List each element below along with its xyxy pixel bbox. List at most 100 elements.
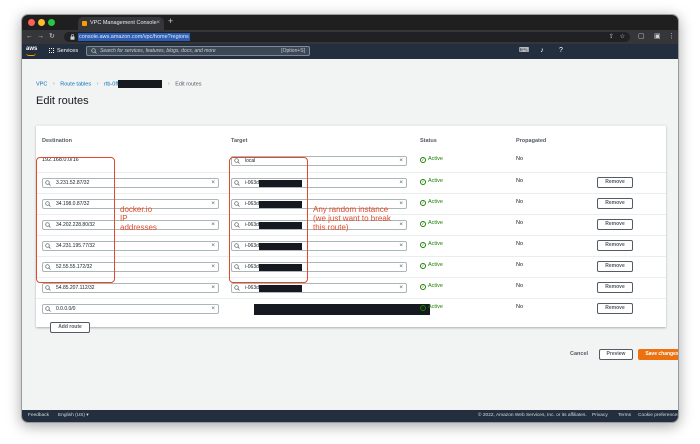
search-icon: [45, 305, 51, 312]
new-tab-icon[interactable]: +: [168, 16, 173, 26]
status-badge: ✓ Active: [420, 304, 443, 311]
close-tab-icon[interactable]: ×: [156, 17, 160, 30]
status-text: Active: [428, 199, 443, 205]
status-badge: ✓ Active: [420, 241, 443, 248]
remove-button[interactable]: Remove: [597, 282, 633, 293]
destination-value: 54.85.207.112/32: [56, 285, 95, 291]
cancel-button[interactable]: Cancel: [570, 351, 588, 357]
check-circle-icon: ✓: [420, 157, 426, 163]
search-icon: [45, 284, 51, 291]
redacted-target-input[interactable]: [254, 304, 430, 315]
breadcrumb-current: Edit routes: [175, 81, 202, 88]
clear-icon[interactable]: ×: [399, 263, 403, 271]
forward-icon[interactable]: →: [37, 32, 44, 42]
notifications-bell-icon[interactable]: ♪: [538, 47, 546, 55]
browser-tab[interactable]: VPC Management Console ×: [78, 17, 164, 30]
annotation-targets-note: Any random instance (we just want to bre…: [313, 205, 391, 232]
check-circle-icon: ✓: [420, 221, 426, 227]
breadcrumb-route-table-id[interactable]: rtb-0ff: [104, 81, 118, 87]
propagated-value: No: [516, 241, 524, 247]
maximize-window-icon[interactable]: [48, 19, 55, 26]
clear-icon[interactable]: ×: [399, 200, 403, 208]
add-route-button[interactable]: Add route: [50, 322, 90, 333]
preview-button[interactable]: Preview: [599, 349, 633, 360]
check-circle-icon: ✓: [420, 284, 426, 290]
propagated-value: No: [516, 304, 524, 310]
terms-link[interactable]: Terms: [618, 410, 631, 422]
url-text[interactable]: console.aws.amazon.com/vpc/home?regions: [78, 33, 190, 41]
clear-icon[interactable]: ×: [399, 221, 403, 229]
status-badge: ✓ Active: [420, 283, 443, 290]
propagated-value: No: [516, 262, 524, 268]
profile-icon[interactable]: ▣: [654, 32, 661, 42]
table-row: 54.85.207.112/32 × i-063d × ✓ Active No R…: [36, 277, 666, 298]
clear-icon[interactable]: ×: [399, 284, 403, 292]
privacy-link[interactable]: Privacy: [592, 410, 608, 422]
clear-icon[interactable]: ×: [211, 200, 215, 208]
copyright-text: © 2022, Amazon Web Services, Inc. or its…: [478, 413, 587, 418]
search-placeholder: Search for services, features, blogs, do…: [100, 48, 216, 54]
propagated-value: No: [516, 178, 524, 184]
extension-icon[interactable]: ▢: [638, 32, 645, 42]
check-circle-icon: ✓: [420, 200, 426, 206]
aws-search-input[interactable]: Search for services, features, blogs, do…: [86, 46, 310, 56]
clear-icon[interactable]: ×: [211, 179, 215, 187]
cookie-preferences-link[interactable]: Cookie preferences: [638, 410, 678, 422]
column-header-status: Status: [420, 138, 437, 144]
remove-button[interactable]: Remove: [597, 219, 633, 230]
remove-button[interactable]: Remove: [597, 303, 633, 314]
target-id-prefix: i-063d: [245, 285, 259, 291]
close-window-icon[interactable]: [28, 19, 35, 26]
status-text: Active: [428, 220, 443, 226]
remove-button[interactable]: Remove: [597, 198, 633, 209]
status-text: Active: [428, 304, 443, 310]
destination-input[interactable]: 54.85.207.112/32 ×: [42, 283, 219, 293]
remove-button[interactable]: Remove: [597, 240, 633, 251]
bookmark-star-icon[interactable]: ☆: [620, 33, 625, 41]
search-icon: [91, 48, 97, 54]
destination-input[interactable]: 0.0.0.0/0 ×: [42, 304, 219, 314]
address-bar[interactable]: console.aws.amazon.com/vpc/home?regions …: [64, 32, 630, 42]
back-icon[interactable]: ←: [26, 32, 33, 42]
chevron-right-icon: ›: [52, 81, 55, 88]
breadcrumb: VPC › Route tables › rtb-0ff › Edit rout…: [36, 80, 201, 88]
save-changes-button[interactable]: Save changes: [638, 349, 678, 360]
search-icon: [234, 284, 240, 291]
clear-icon[interactable]: ×: [211, 284, 215, 292]
annotation-box-targets: [229, 157, 308, 283]
remove-button[interactable]: Remove: [597, 177, 633, 188]
table-row: 3.231.52.87/32 × i-063d × ✓ Active No Rem…: [36, 172, 666, 193]
clear-icon[interactable]: ×: [211, 221, 215, 229]
clear-icon[interactable]: ×: [211, 263, 215, 271]
clear-icon[interactable]: ×: [211, 305, 215, 313]
clear-icon[interactable]: ×: [399, 179, 403, 187]
breadcrumb-vpc[interactable]: VPC: [36, 81, 47, 87]
aws-logo[interactable]: aws: [26, 46, 37, 56]
column-header-destination: Destination: [42, 138, 72, 144]
breadcrumb-route-tables[interactable]: Route tables: [60, 81, 91, 87]
clear-icon[interactable]: ×: [211, 242, 215, 250]
minimize-window-icon[interactable]: [38, 19, 45, 26]
services-label: Services: [57, 48, 79, 54]
redacted-block: [258, 285, 302, 292]
feedback-link[interactable]: Feedback: [28, 410, 49, 422]
language-selector[interactable]: English (US) ▾: [58, 410, 89, 422]
help-icon[interactable]: ?: [557, 47, 565, 55]
target-input[interactable]: i-063d ×: [231, 283, 407, 293]
chevron-right-icon: ›: [167, 81, 170, 88]
status-badge: ✓ Active: [420, 178, 443, 185]
cloudshell-icon[interactable]: ⌨: [519, 47, 529, 55]
table-row: 52.55.55.172/32 × i-063d × ✓ Active No Re…: [36, 256, 666, 277]
services-menu[interactable]: Services: [49, 44, 78, 59]
clear-icon[interactable]: ×: [399, 157, 403, 165]
browser-menu-icon[interactable]: ⋮: [668, 32, 675, 42]
reload-icon[interactable]: ↻: [49, 32, 55, 42]
clear-icon[interactable]: ×: [399, 242, 403, 250]
status-text: Active: [428, 241, 443, 247]
status-text: Active: [428, 262, 443, 268]
status-text: Active: [428, 283, 443, 289]
remove-button[interactable]: Remove: [597, 261, 633, 272]
console-footer: Feedback English (US) ▾ © 2022, Amazon W…: [22, 410, 678, 422]
table-row: 34.231.195.77/32 × i-063d × ✓ Active No R…: [36, 235, 666, 256]
share-icon[interactable]: ⇪: [609, 33, 614, 41]
